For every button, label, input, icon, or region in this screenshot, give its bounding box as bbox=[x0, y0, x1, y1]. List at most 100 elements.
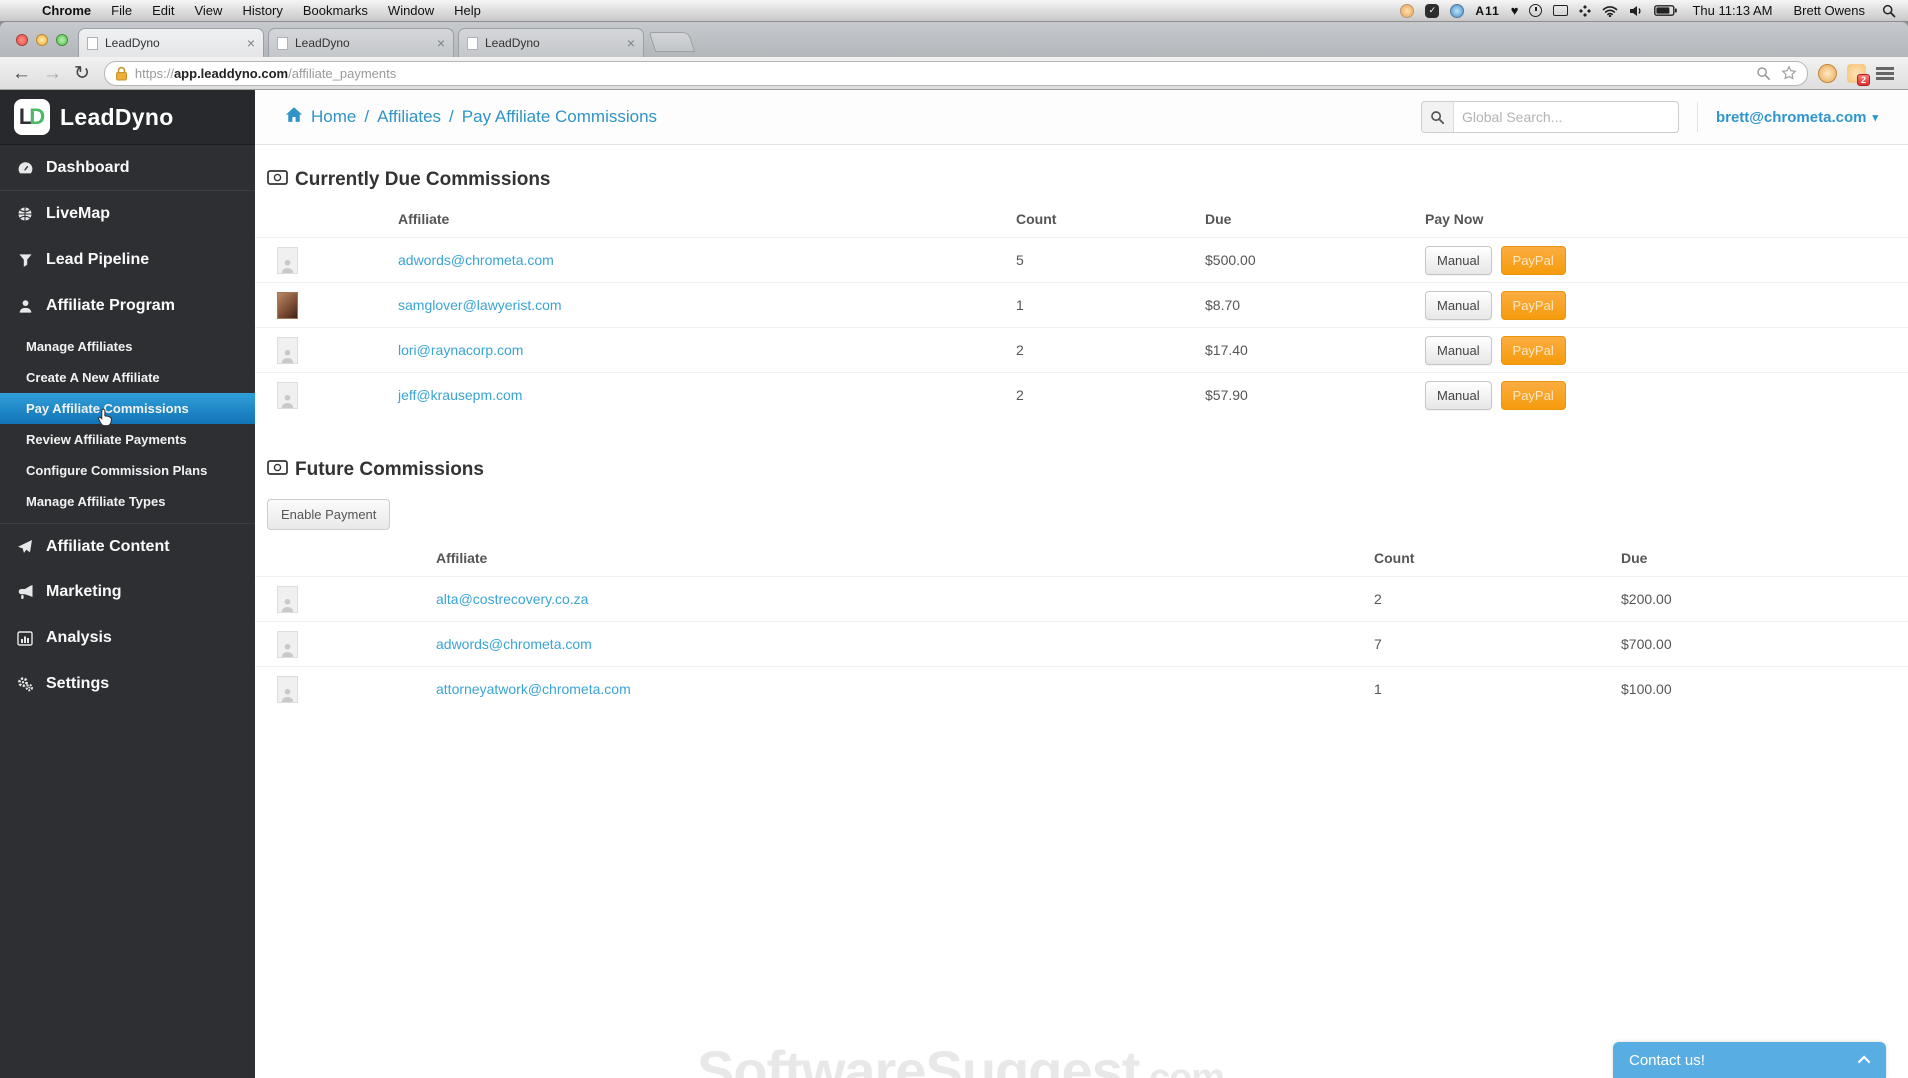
due-value: $8.70 bbox=[1205, 297, 1241, 313]
menu-clock[interactable]: Thu 11:13 AM bbox=[1692, 3, 1772, 18]
table-header-row: Affiliate Count Due bbox=[255, 540, 1908, 576]
menu-file[interactable]: File bbox=[101, 3, 142, 18]
sidebar-item-configure-commission-plans[interactable]: Configure Commission Plans bbox=[0, 455, 255, 486]
sidebar-item-label: Affiliate Content bbox=[46, 537, 170, 555]
menu-user[interactable]: Brett Owens bbox=[1793, 3, 1865, 18]
due-section-title: Currently Due Commissions bbox=[267, 169, 1908, 191]
breadcrumb-home[interactable]: Home bbox=[311, 107, 356, 127]
sidebar-item-affiliate-content[interactable]: Affiliate Content bbox=[0, 523, 255, 569]
volume-icon[interactable] bbox=[1629, 5, 1643, 17]
menu-bookmarks[interactable]: Bookmarks bbox=[293, 3, 378, 18]
sidebar-item-pay-affiliate-commissions[interactable]: Pay Affiliate Commissions bbox=[0, 393, 255, 424]
sidebar-item-lead-pipeline[interactable]: Lead Pipeline bbox=[0, 237, 255, 283]
bookmark-star-icon[interactable] bbox=[1781, 65, 1797, 81]
heart-icon[interactable]: ♥ bbox=[1511, 3, 1519, 18]
sync-app-icon[interactable] bbox=[1450, 3, 1465, 18]
sidebar-item-settings[interactable]: Settings bbox=[0, 661, 255, 707]
tab-close-icon[interactable]: × bbox=[241, 35, 255, 51]
sidebar-item-dashboard[interactable]: Dashboard bbox=[0, 145, 255, 191]
omnibox-search-icon[interactable] bbox=[1756, 66, 1771, 81]
manual-pay-button[interactable]: Manual bbox=[1425, 380, 1492, 410]
reload-button[interactable]: ↻ bbox=[74, 64, 90, 83]
sidebar-item-marketing[interactable]: Marketing bbox=[0, 569, 255, 615]
manual-pay-button[interactable]: Manual bbox=[1425, 245, 1492, 275]
spotlight-icon[interactable] bbox=[1882, 4, 1896, 18]
paypal-pay-button[interactable]: PayPal bbox=[1500, 335, 1566, 365]
browser-toolbar: ← → ↻ https://app.leaddyno.com/affiliate… bbox=[0, 57, 1908, 90]
user-menu[interactable]: brett@chrometa.com ▾ bbox=[1716, 109, 1878, 126]
manual-pay-button[interactable]: Manual bbox=[1425, 290, 1492, 320]
menu-window[interactable]: Window bbox=[378, 3, 444, 18]
battery-icon[interactable] bbox=[1654, 5, 1678, 16]
back-button[interactable]: ← bbox=[12, 64, 31, 83]
tab-2[interactable]: LeadDyno × bbox=[268, 28, 454, 57]
extension-badge-icon[interactable]: 2 bbox=[1847, 63, 1870, 86]
avatar bbox=[277, 246, 298, 274]
check-app-icon[interactable]: ✓ bbox=[1425, 3, 1440, 18]
table-header-row: Affiliate Count Due Pay Now bbox=[255, 201, 1908, 237]
bluetooth-icon[interactable] bbox=[1579, 4, 1592, 17]
affiliate-link[interactable]: adwords@chrometa.com bbox=[436, 636, 592, 652]
contact-us-widget[interactable]: Contact us! bbox=[1613, 1042, 1886, 1078]
paypal-pay-button[interactable]: PayPal bbox=[1500, 380, 1566, 410]
zoom-window-button[interactable] bbox=[56, 34, 68, 46]
chrome-menu-icon[interactable] bbox=[1876, 66, 1894, 80]
sidebar-item-affiliate-program[interactable]: Affiliate Program bbox=[0, 283, 255, 329]
count-value: 2 bbox=[1016, 387, 1024, 403]
affiliate-link[interactable]: samglover@lawyerist.com bbox=[398, 297, 562, 313]
tab-close-icon[interactable]: × bbox=[431, 35, 445, 51]
col-pay-now: Pay Now bbox=[1425, 211, 1484, 227]
mac-menu-bar: Chrome File Edit View History Bookmarks … bbox=[0, 0, 1908, 22]
affiliate-link[interactable]: adwords@chrometa.com bbox=[398, 252, 554, 268]
forward-button[interactable]: → bbox=[43, 64, 62, 83]
search-icon[interactable] bbox=[1421, 102, 1454, 132]
manual-pay-button[interactable]: Manual bbox=[1425, 335, 1492, 365]
close-window-button[interactable] bbox=[16, 34, 28, 46]
menu-history[interactable]: History bbox=[232, 3, 292, 18]
extension-clock-icon[interactable] bbox=[1818, 63, 1837, 83]
affiliate-link[interactable]: jeff@krausepm.com bbox=[398, 387, 522, 403]
display-icon[interactable] bbox=[1553, 5, 1569, 16]
clock-app-icon[interactable] bbox=[1400, 3, 1415, 18]
tab-close-icon[interactable]: × bbox=[621, 35, 635, 51]
menu-view[interactable]: View bbox=[184, 3, 232, 18]
leaddyno-page: LD LeadDyno Dashboard LiveMap Lead Pipel… bbox=[0, 90, 1908, 1078]
affiliate-link[interactable]: alta@costrecovery.co.za bbox=[436, 591, 588, 607]
adobe-icon[interactable]: A 11 bbox=[1475, 4, 1499, 18]
funnel-icon bbox=[16, 253, 34, 268]
menu-chrome[interactable]: Chrome bbox=[32, 3, 101, 18]
global-search-input[interactable] bbox=[1453, 109, 1678, 125]
watermark-suffix: .com bbox=[1139, 1057, 1225, 1078]
sidebar-item-manage-affiliate-types[interactable]: Manage Affiliate Types bbox=[0, 486, 255, 517]
brand[interactable]: LD LeadDyno bbox=[0, 90, 255, 145]
sidebar-item-label: Analysis bbox=[46, 629, 112, 646]
paypal-pay-button[interactable]: PayPal bbox=[1500, 245, 1566, 275]
sidebar-item-livemap[interactable]: LiveMap bbox=[0, 191, 255, 237]
enable-payment-button[interactable]: Enable Payment bbox=[267, 499, 391, 530]
due-value: $200.00 bbox=[1621, 591, 1672, 607]
tab-3[interactable]: LeadDyno × bbox=[458, 28, 644, 57]
url-scheme: https:// bbox=[134, 65, 174, 81]
wifi-icon[interactable] bbox=[1602, 5, 1618, 17]
affiliate-link[interactable]: lori@raynacorp.com bbox=[398, 342, 523, 358]
col-affiliate: Affiliate bbox=[398, 211, 450, 227]
affiliate-link[interactable]: attorneyatwork@chrometa.com bbox=[436, 681, 631, 697]
time-machine-icon[interactable] bbox=[1529, 4, 1543, 17]
sidebar-item-analysis[interactable]: Analysis bbox=[0, 615, 255, 661]
tab-1[interactable]: LeadDyno × bbox=[78, 28, 264, 57]
paypal-pay-button[interactable]: PayPal bbox=[1500, 290, 1566, 320]
breadcrumb-affiliates[interactable]: Affiliates bbox=[377, 107, 441, 127]
sidebar-item-review-affiliate-payments[interactable]: Review Affiliate Payments bbox=[0, 424, 255, 455]
extension-badge-count: 2 bbox=[1856, 73, 1870, 86]
menu-help[interactable]: Help bbox=[444, 3, 491, 18]
leaddyno-logo-icon: LD bbox=[14, 99, 50, 135]
menu-edit[interactable]: Edit bbox=[142, 3, 184, 18]
sidebar-item-label: Affiliate Program bbox=[46, 297, 175, 314]
new-tab-button[interactable] bbox=[648, 32, 696, 52]
address-bar[interactable]: https://app.leaddyno.com/affiliate_payme… bbox=[103, 60, 1808, 86]
due-value: $100.00 bbox=[1621, 681, 1672, 697]
main-content: Home / Affiliates / Pay Affiliate Commis… bbox=[255, 90, 1908, 1078]
sidebar-item-manage-affiliates[interactable]: Manage Affiliates bbox=[0, 331, 255, 362]
minimize-window-button[interactable] bbox=[36, 34, 48, 46]
sidebar-item-create-new-affiliate[interactable]: Create A New Affiliate bbox=[0, 362, 255, 393]
